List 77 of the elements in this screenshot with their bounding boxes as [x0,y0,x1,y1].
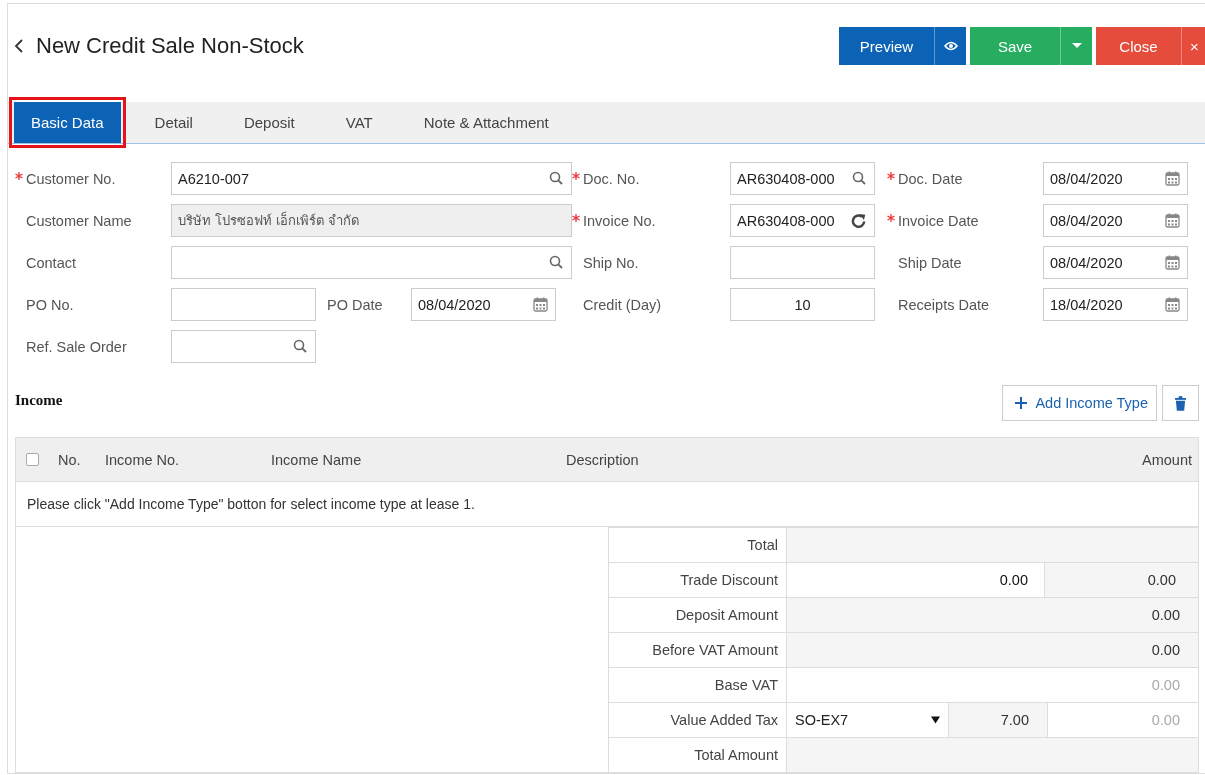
summary-label: Trade Discount [680,572,778,588]
page-title: New Credit Sale Non-Stock [36,33,304,59]
field-label: Doc. Date [898,170,963,187]
search-icon[interactable] [852,171,867,186]
date-field[interactable]: 08/04/2020 [1043,246,1188,279]
column-header: Description [566,451,640,468]
summary-value: 0.00 [1150,606,1181,625]
field-label: Customer Name [26,212,132,229]
input-field[interactable]: 10 [730,288,875,321]
calendar-icon[interactable] [1165,171,1180,186]
input-field[interactable] [171,246,572,279]
date-field[interactable]: 08/04/2020 [1043,162,1188,195]
calendar-icon[interactable] [1165,255,1180,270]
field-label: Ref. Sale Order [26,338,127,355]
summary-value: 0.00 [1150,676,1181,695]
column-header: Amount [1142,451,1192,468]
summary-value: 0.00 [1146,571,1177,590]
tab[interactable]: Detail [137,102,210,143]
field-label: Invoice Date [898,212,979,229]
summary-label: Deposit Amount [675,607,778,623]
tab[interactable]: Note & Attachment [406,102,566,143]
field-label: PO Date [327,296,383,313]
column-header: No. [58,451,82,468]
summary-label: Total [747,537,778,553]
empty-message: Please click "Add Income Type" botton for select income type at lease 1. [27,496,475,512]
select-all-checkbox[interactable] [26,453,39,466]
search-icon[interactable] [549,171,564,186]
field-label: Contact [26,254,76,271]
delete-button[interactable] [1162,385,1199,421]
input-field[interactable]: A6210-007 [171,162,572,195]
discount-field[interactable]: 0.00 [787,563,1045,597]
field-label: Invoice No. [583,212,656,229]
summary-value: 0.00 [1150,641,1181,660]
field-label: Doc. No. [583,170,640,187]
summary-label: Before VAT Amount [652,642,778,658]
search-icon[interactable] [293,339,308,354]
calendar-icon[interactable] [533,297,548,312]
eye-icon [943,41,958,51]
caret-icon [1071,43,1082,49]
field-label: Ship No. [583,254,639,271]
preview-button[interactable]: Preview [839,27,934,65]
input-field[interactable] [171,288,316,321]
field-label: Credit (Day) [583,296,662,313]
field-label: Customer No. [26,170,116,187]
input-field[interactable]: AR630408-000 [730,204,875,237]
column-header: Income Name [271,451,363,468]
input-field[interactable] [171,330,316,363]
search-icon[interactable] [549,255,564,270]
summary-label: Base VAT [714,677,778,693]
caret-icon [931,716,940,724]
date-field[interactable]: 08/04/2020 [411,288,556,321]
close-button[interactable]: Close [1096,27,1181,65]
eye-button[interactable] [934,27,966,65]
field-label: Receipts Date [898,296,990,313]
add-income-type-button[interactable]: Add Income Type [1002,385,1157,421]
summary-label: Total Amount [694,747,778,763]
plus-icon [1015,397,1028,409]
trash-icon [1175,395,1186,411]
input-field[interactable] [730,246,875,279]
input-field[interactable]: AR630408-000 [730,162,875,195]
refresh-icon[interactable] [850,213,867,230]
date-field[interactable]: 18/04/2020 [1043,288,1188,321]
calendar-icon[interactable] [1165,213,1180,228]
summary-value: 0.00 [1048,703,1198,737]
tab[interactable]: VAT [328,102,390,143]
summary-label: Value Added Tax [670,712,778,728]
calendar-icon[interactable] [1165,297,1180,312]
vat-type-dropdown[interactable]: SO-EX7 [787,703,949,737]
back-icon[interactable] [14,39,24,53]
tab[interactable]: Deposit [226,102,312,143]
tab[interactable]: Basic Data [14,102,121,143]
field-label: PO No. [26,296,74,313]
close-x-button[interactable]: × [1181,27,1205,65]
section-title: Income [15,392,63,409]
column-header: Income No. [105,451,181,468]
date-field[interactable]: 08/04/2020 [1043,204,1188,237]
field-label: Ship Date [898,254,962,271]
